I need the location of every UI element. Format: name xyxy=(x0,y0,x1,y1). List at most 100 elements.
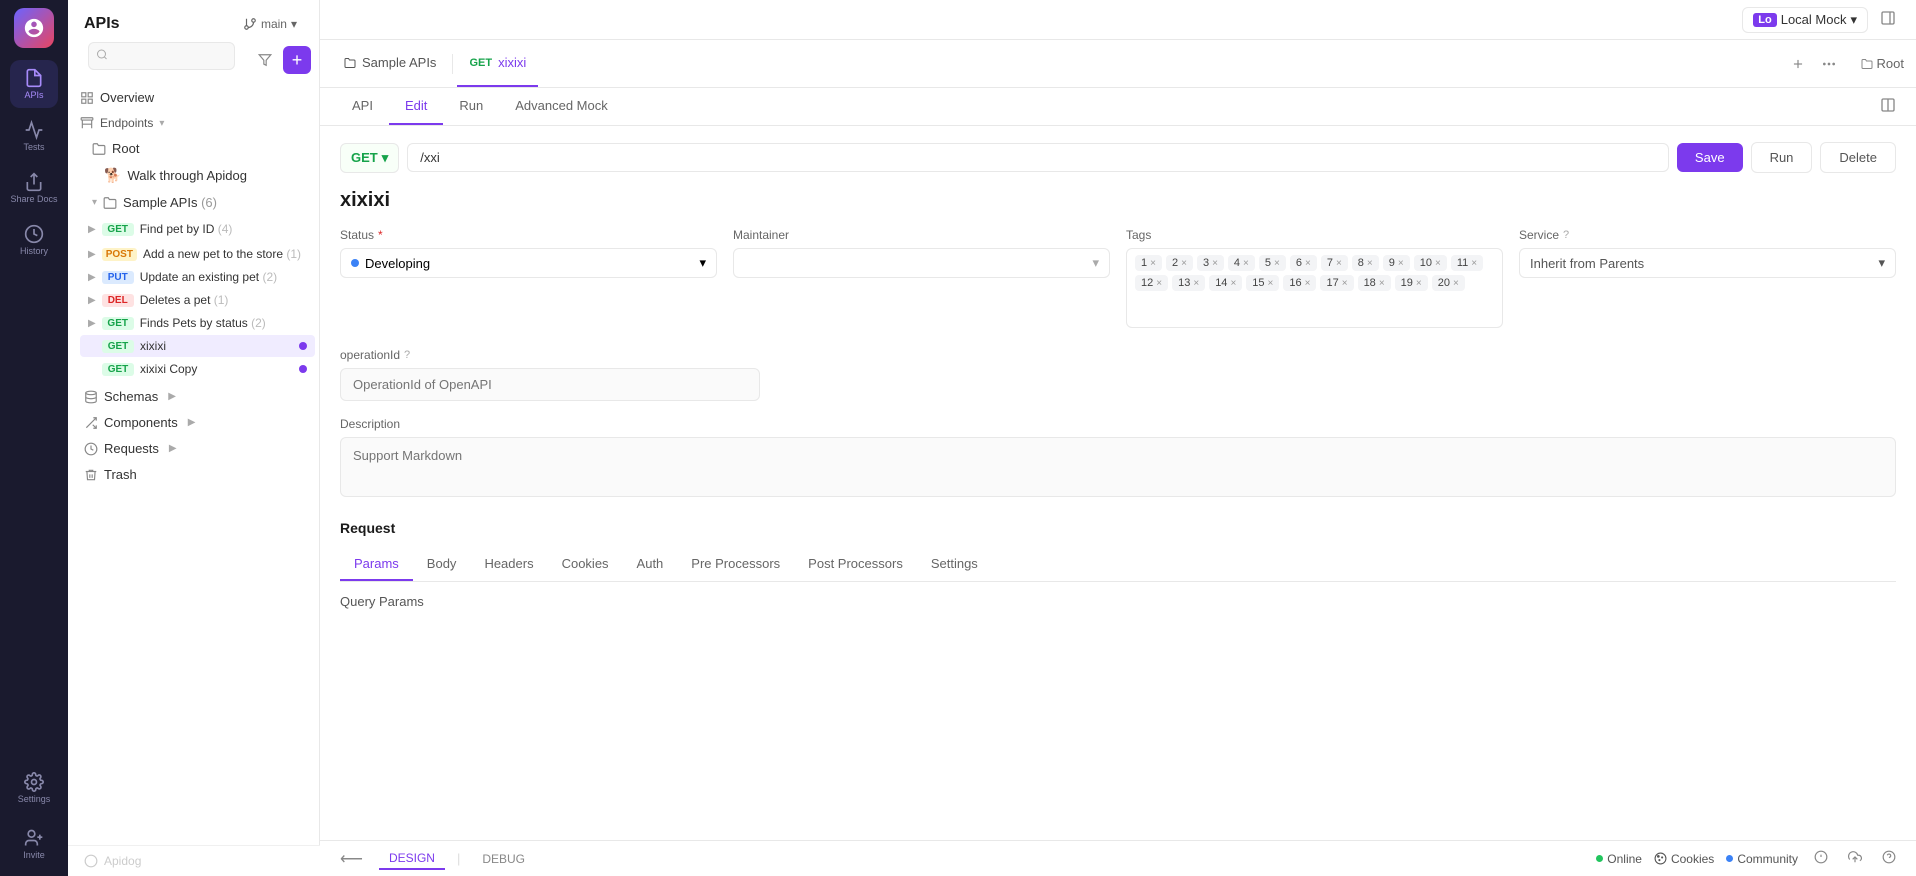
tag-remove-icon[interactable]: × xyxy=(1150,258,1156,269)
bottom-icon-2[interactable] xyxy=(1844,846,1866,871)
tag-remove-icon[interactable]: × xyxy=(1243,258,1249,269)
tag-remove-icon[interactable]: × xyxy=(1453,278,1459,289)
sidebar-item-share-docs[interactable]: Share Docs xyxy=(10,164,58,212)
nav-schemas[interactable]: Schemas ▶ xyxy=(72,384,315,409)
method-select[interactable]: GET ▾ xyxy=(340,143,399,173)
req-tab-settings[interactable]: Settings xyxy=(917,548,992,581)
bottom-icon-1[interactable] xyxy=(1810,846,1832,871)
tag-item[interactable]: 3 × xyxy=(1197,255,1224,271)
operation-id-input[interactable] xyxy=(340,368,760,401)
nav-root[interactable]: Root xyxy=(72,136,315,161)
tag-remove-icon[interactable]: × xyxy=(1435,258,1441,269)
tag-remove-icon[interactable]: × xyxy=(1471,258,1477,269)
tags-container[interactable]: 1 ×2 ×3 ×4 ×5 ×6 ×7 ×8 ×9 ×10 ×11 × 12 × 1… xyxy=(1126,248,1503,328)
tag-item[interactable]: 15 × xyxy=(1246,275,1279,291)
sidebar-item-settings[interactable]: Settings xyxy=(10,764,58,812)
endpoint-delete-pet[interactable]: ▶ DEL Deletes a pet (1) xyxy=(80,289,315,311)
endpoint-update-pet[interactable]: ▶ PUT Update an existing pet (2) xyxy=(80,266,315,288)
env-selector[interactable]: Lo Local Mock ▾ xyxy=(1742,7,1868,33)
sidebar-item-apis[interactable]: APIs xyxy=(10,60,58,108)
tag-item[interactable]: 11 × xyxy=(1451,255,1483,271)
branch-selector[interactable]: main ▾ xyxy=(237,14,303,34)
req-tab-headers[interactable]: Headers xyxy=(470,548,547,581)
tag-item[interactable]: 20 × xyxy=(1432,275,1465,291)
cookies-item[interactable]: Cookies xyxy=(1654,852,1714,866)
add-button[interactable]: + xyxy=(283,46,311,74)
filter-button[interactable] xyxy=(251,46,279,74)
nav-trash[interactable]: Trash xyxy=(72,462,315,487)
tag-remove-icon[interactable]: × xyxy=(1181,258,1187,269)
tag-item[interactable]: 9 × xyxy=(1383,255,1410,271)
url-input[interactable] xyxy=(407,143,1669,172)
community-item[interactable]: Community xyxy=(1726,852,1798,866)
tag-item[interactable]: 8 × xyxy=(1352,255,1379,271)
nav-walk-through[interactable]: 🐕 Walk through Apidog xyxy=(72,162,315,189)
operation-id-info-icon[interactable]: ? xyxy=(404,349,410,361)
online-status[interactable]: Online xyxy=(1596,852,1642,866)
tab-xixixi[interactable]: GET xixixi xyxy=(457,40,538,87)
tag-item[interactable]: 7 × xyxy=(1321,255,1348,271)
tag-remove-icon[interactable]: × xyxy=(1230,278,1236,289)
tag-item[interactable]: 19 × xyxy=(1395,275,1428,291)
nav-sample-apis[interactable]: ▾ Sample APIs (6) xyxy=(72,190,315,215)
tag-remove-icon[interactable]: × xyxy=(1379,278,1385,289)
tag-item[interactable]: 2 × xyxy=(1166,255,1193,271)
run-button[interactable]: Run xyxy=(1751,142,1813,173)
sidebar-item-tests[interactable]: Tests xyxy=(10,112,58,160)
endpoint-find-pet[interactable]: ▶ GET Find pet by ID (4) ··· xyxy=(80,216,315,242)
api-tab-api[interactable]: API xyxy=(336,88,389,125)
nav-components[interactable]: Components ▶ xyxy=(72,410,315,435)
debug-button[interactable]: DEBUG xyxy=(472,849,535,869)
maintainer-select[interactable]: ▾ xyxy=(733,248,1110,278)
tag-item[interactable]: 12 × xyxy=(1135,275,1168,291)
design-button[interactable]: DESIGN xyxy=(379,848,445,870)
req-tab-auth[interactable]: Auth xyxy=(623,548,678,581)
tag-item[interactable]: 4 × xyxy=(1228,255,1255,271)
endpoint-xixixi-copy[interactable]: GET xixixi Copy xyxy=(80,358,315,380)
service-select[interactable]: Inherit from Parents ▾ xyxy=(1519,248,1896,278)
save-button[interactable]: Save xyxy=(1677,143,1743,172)
api-tab-run[interactable]: Run xyxy=(443,88,499,125)
tag-remove-icon[interactable]: × xyxy=(1193,278,1199,289)
tag-remove-icon[interactable]: × xyxy=(1156,278,1162,289)
nav-endpoints[interactable]: Endpoints ▾ xyxy=(72,111,315,135)
api-tab-edit[interactable]: Edit xyxy=(389,88,443,125)
req-tab-cookies[interactable]: Cookies xyxy=(548,548,623,581)
status-select[interactable]: Developing ▾ xyxy=(340,248,717,278)
tag-item[interactable]: 5 × xyxy=(1259,255,1286,271)
tag-remove-icon[interactable]: × xyxy=(1305,258,1311,269)
tag-item[interactable]: 1 × xyxy=(1135,255,1162,271)
tag-item[interactable]: 17 × xyxy=(1320,275,1353,291)
tag-remove-icon[interactable]: × xyxy=(1212,258,1218,269)
delete-button[interactable]: Delete xyxy=(1820,142,1896,173)
req-tab-post-processors[interactable]: Post Processors xyxy=(794,548,917,581)
description-input[interactable] xyxy=(340,437,1896,497)
tag-remove-icon[interactable]: × xyxy=(1398,258,1404,269)
endpoint-xixixi[interactable]: GET xixixi xyxy=(80,335,315,357)
bottom-icon-3[interactable] xyxy=(1878,846,1900,871)
tag-remove-icon[interactable]: × xyxy=(1274,258,1280,269)
tag-item[interactable]: 6 × xyxy=(1290,255,1317,271)
more-tabs-button[interactable] xyxy=(1817,52,1841,76)
sidebar-item-history[interactable]: History xyxy=(10,216,58,264)
api-tab-advanced-mock[interactable]: Advanced Mock xyxy=(499,88,624,125)
app-avatar[interactable] xyxy=(14,8,54,48)
back-button[interactable]: ⟵ xyxy=(336,845,367,873)
tag-item[interactable]: 16 × xyxy=(1283,275,1316,291)
tag-remove-icon[interactable]: × xyxy=(1268,278,1274,289)
req-tab-params[interactable]: Params xyxy=(340,548,413,581)
search-input[interactable] xyxy=(88,42,235,70)
tag-item[interactable]: 10 × xyxy=(1414,255,1447,271)
tag-item[interactable]: 18 × xyxy=(1358,275,1391,291)
nav-requests[interactable]: Requests ▶ xyxy=(72,436,315,461)
tag-item[interactable]: 14 × xyxy=(1209,275,1242,291)
new-tab-button[interactable] xyxy=(1787,53,1809,75)
split-view-button[interactable] xyxy=(1876,93,1900,120)
req-tab-pre-processors[interactable]: Pre Processors xyxy=(677,548,794,581)
layout-toggle-button[interactable] xyxy=(1876,6,1900,33)
endpoint-find-pets-status[interactable]: ▶ GET Finds Pets by status (2) xyxy=(80,312,315,334)
tag-remove-icon[interactable]: × xyxy=(1305,278,1311,289)
tag-remove-icon[interactable]: × xyxy=(1416,278,1422,289)
tag-remove-icon[interactable]: × xyxy=(1336,258,1342,269)
tag-remove-icon[interactable]: × xyxy=(1367,258,1373,269)
